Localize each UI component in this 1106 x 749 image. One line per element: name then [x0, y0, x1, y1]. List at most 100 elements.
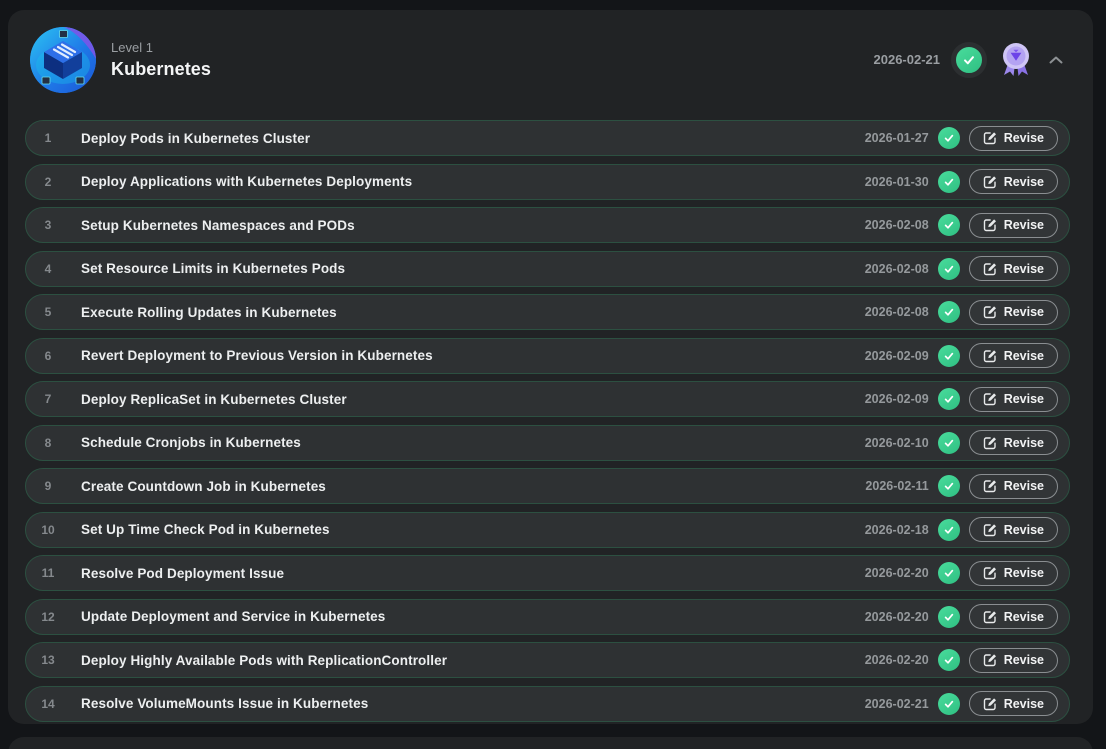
revise-label: Revise — [1004, 175, 1044, 189]
revise-button[interactable]: Revise — [969, 474, 1058, 499]
task-completed-date: 2026-02-08 — [865, 305, 929, 319]
task-number: 14 — [26, 697, 70, 711]
revise-label: Revise — [1004, 392, 1044, 406]
task-completed-date: 2026-01-30 — [865, 175, 929, 189]
check-icon — [938, 432, 960, 454]
task-completed-date: 2026-02-10 — [865, 436, 929, 450]
task-number: 4 — [26, 262, 70, 276]
edit-icon — [983, 131, 997, 145]
check-icon — [938, 475, 960, 497]
next-level-card-partial[interactable] — [8, 737, 1093, 749]
collapse-button[interactable] — [1045, 52, 1067, 68]
edit-icon — [983, 262, 997, 276]
task-row[interactable]: 8 Schedule Cronjobs in Kubernetes 2026-0… — [25, 425, 1070, 461]
revise-button[interactable]: Revise — [969, 126, 1058, 151]
revise-label: Revise — [1004, 131, 1044, 145]
task-row[interactable]: 11 Resolve Pod Deployment Issue 2026-02-… — [25, 555, 1070, 591]
check-icon — [938, 649, 960, 671]
task-number: 2 — [26, 175, 70, 189]
task-row[interactable]: 13 Deploy Highly Available Pods with Rep… — [25, 642, 1070, 678]
edit-icon — [983, 436, 997, 450]
revise-button[interactable]: Revise — [969, 387, 1058, 412]
task-number: 10 — [26, 523, 70, 537]
task-title: Schedule Cronjobs in Kubernetes — [81, 435, 301, 450]
revise-button[interactable]: Revise — [969, 256, 1058, 281]
check-icon — [938, 693, 960, 715]
task-completed-date: 2026-02-11 — [865, 479, 928, 493]
level-logo — [30, 27, 96, 93]
chevron-up-icon — [1049, 56, 1063, 64]
task-row[interactable]: 9 Create Countdown Job in Kubernetes 202… — [25, 468, 1070, 504]
task-title: Deploy Pods in Kubernetes Cluster — [81, 131, 310, 146]
task-number: 1 — [26, 131, 70, 145]
revise-button[interactable]: Revise — [969, 430, 1058, 455]
check-icon — [938, 519, 960, 541]
revise-label: Revise — [1004, 697, 1044, 711]
check-icon — [938, 214, 960, 236]
revise-label: Revise — [1004, 566, 1044, 580]
level-card: Level 1 Kubernetes 2026-02-21 — [8, 10, 1093, 724]
task-number: 13 — [26, 653, 70, 667]
task-number: 7 — [26, 392, 70, 406]
edit-icon — [983, 697, 997, 711]
task-completed-date: 2026-01-27 — [865, 131, 929, 145]
task-number: 12 — [26, 610, 70, 624]
task-title: Create Countdown Job in Kubernetes — [81, 479, 326, 494]
task-list: 1 Deploy Pods in Kubernetes Cluster 2026… — [8, 96, 1093, 722]
edit-icon — [983, 349, 997, 363]
revise-button[interactable]: Revise — [969, 648, 1058, 673]
revise-button[interactable]: Revise — [969, 604, 1058, 629]
level-heading: Level 1 Kubernetes — [111, 40, 211, 80]
medal-badge-icon — [998, 41, 1034, 79]
task-number: 8 — [26, 436, 70, 450]
revise-label: Revise — [1004, 610, 1044, 624]
edit-icon — [983, 392, 997, 406]
task-title: Deploy Highly Available Pods with Replic… — [81, 653, 447, 668]
revise-label: Revise — [1004, 262, 1044, 276]
revise-button[interactable]: Revise — [969, 213, 1058, 238]
task-row[interactable]: 6 Revert Deployment to Previous Version … — [25, 338, 1070, 374]
task-completed-date: 2026-02-09 — [865, 349, 929, 363]
check-icon — [938, 258, 960, 280]
task-title: Execute Rolling Updates in Kubernetes — [81, 305, 337, 320]
revise-label: Revise — [1004, 436, 1044, 450]
level-card-header[interactable]: Level 1 Kubernetes 2026-02-21 — [8, 10, 1093, 96]
check-icon — [938, 301, 960, 323]
task-number: 6 — [26, 349, 70, 363]
edit-icon — [983, 479, 997, 493]
task-completed-date: 2026-02-18 — [865, 523, 929, 537]
task-row[interactable]: 4 Set Resource Limits in Kubernetes Pods… — [25, 251, 1070, 287]
revise-button[interactable]: Revise — [969, 691, 1058, 716]
task-row[interactable]: 12 Update Deployment and Service in Kube… — [25, 599, 1070, 635]
task-title: Set Up Time Check Pod in Kubernetes — [81, 522, 330, 537]
edit-icon — [983, 523, 997, 537]
revise-label: Revise — [1004, 479, 1044, 493]
task-row[interactable]: 5 Execute Rolling Updates in Kubernetes … — [25, 294, 1070, 330]
revise-button[interactable]: Revise — [969, 517, 1058, 542]
task-row[interactable]: 2 Deploy Applications with Kubernetes De… — [25, 164, 1070, 200]
task-row[interactable]: 1 Deploy Pods in Kubernetes Cluster 2026… — [25, 120, 1070, 156]
revise-label: Revise — [1004, 349, 1044, 363]
revise-button[interactable]: Revise — [969, 169, 1058, 194]
check-icon — [938, 606, 960, 628]
check-icon — [938, 562, 960, 584]
revise-label: Revise — [1004, 305, 1044, 319]
revise-label: Revise — [1004, 523, 1044, 537]
task-title: Resolve Pod Deployment Issue — [81, 566, 284, 581]
task-completed-date: 2026-02-21 — [865, 697, 929, 711]
task-title: Update Deployment and Service in Kuberne… — [81, 609, 385, 624]
revise-button[interactable]: Revise — [969, 561, 1058, 586]
task-title: Set Resource Limits in Kubernetes Pods — [81, 261, 345, 276]
task-row[interactable]: 14 Resolve VolumeMounts Issue in Kuberne… — [25, 686, 1070, 722]
revise-button[interactable]: Revise — [969, 343, 1058, 368]
task-row[interactable]: 7 Deploy ReplicaSet in Kubernetes Cluste… — [25, 381, 1070, 417]
task-number: 3 — [26, 218, 70, 232]
level-title: Kubernetes — [111, 59, 211, 80]
task-row[interactable]: 10 Set Up Time Check Pod in Kubernetes 2… — [25, 512, 1070, 548]
task-row[interactable]: 3 Setup Kubernetes Namespaces and PODs 2… — [25, 207, 1070, 243]
task-title: Deploy Applications with Kubernetes Depl… — [81, 174, 412, 189]
check-icon — [938, 171, 960, 193]
task-title: Setup Kubernetes Namespaces and PODs — [81, 218, 355, 233]
revise-button[interactable]: Revise — [969, 300, 1058, 325]
level-label: Level 1 — [111, 40, 211, 55]
